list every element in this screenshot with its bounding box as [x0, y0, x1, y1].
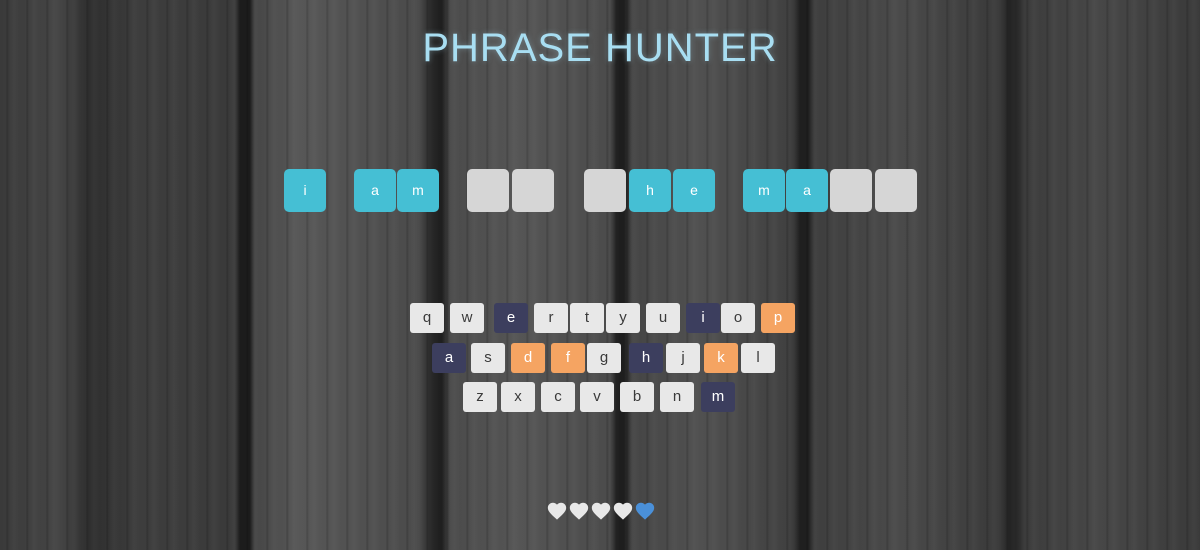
key-k[interactable]: k	[704, 343, 738, 373]
key-a[interactable]: a	[432, 343, 466, 373]
key-h[interactable]: h	[629, 343, 663, 373]
on-screen-keyboard: qwertyuiop asdfghjkl zxcvbnm	[0, 0, 1200, 550]
key-z[interactable]: z	[463, 382, 497, 412]
key-l[interactable]: l	[741, 343, 775, 373]
key-o[interactable]: o	[721, 303, 755, 333]
heart-lost-icon	[635, 502, 655, 520]
key-d[interactable]: d	[511, 343, 545, 373]
key-q[interactable]: q	[410, 303, 444, 333]
key-n[interactable]: n	[660, 382, 694, 412]
key-y[interactable]: y	[606, 303, 640, 333]
key-j[interactable]: j	[666, 343, 700, 373]
key-w[interactable]: w	[450, 303, 484, 333]
key-e[interactable]: e	[494, 303, 528, 333]
key-m[interactable]: m	[701, 382, 735, 412]
key-s[interactable]: s	[471, 343, 505, 373]
key-f[interactable]: f	[551, 343, 585, 373]
key-i[interactable]: i	[686, 303, 720, 333]
key-c[interactable]: c	[541, 382, 575, 412]
heart-icon	[613, 502, 633, 520]
key-r[interactable]: r	[534, 303, 568, 333]
heart-icon	[547, 502, 567, 520]
heart-icon	[591, 502, 611, 520]
heart-icon	[569, 502, 589, 520]
key-x[interactable]: x	[501, 382, 535, 412]
key-u[interactable]: u	[646, 303, 680, 333]
key-t[interactable]: t	[570, 303, 604, 333]
key-v[interactable]: v	[580, 382, 614, 412]
key-g[interactable]: g	[587, 343, 621, 373]
key-p[interactable]: p	[761, 303, 795, 333]
key-b[interactable]: b	[620, 382, 654, 412]
